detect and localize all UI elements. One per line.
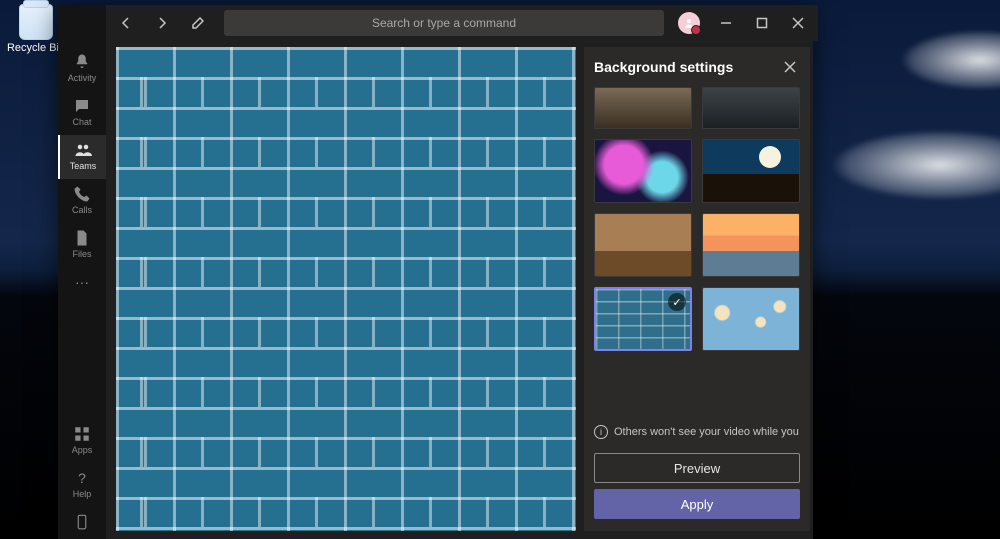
rail-label: Calls [72, 205, 92, 215]
bell-icon [73, 53, 91, 71]
search-input[interactable]: Search or type a command [224, 10, 664, 36]
rail-item-calls[interactable]: Calls [58, 179, 106, 223]
video-preview [116, 47, 576, 531]
recycle-bin-desktop-icon[interactable]: Recycle Bin [6, 4, 66, 54]
teams-icon [74, 141, 92, 159]
user-avatar[interactable] [678, 12, 700, 34]
preview-button-label: Preview [674, 461, 720, 476]
person-icon [683, 17, 695, 29]
checkmark-icon: ✓ [668, 293, 686, 311]
title-bar: Search or type a command [106, 5, 818, 41]
close-icon [792, 17, 804, 29]
bg-thumb-village-alley[interactable] [594, 87, 692, 129]
apply-button-label: Apply [681, 497, 714, 512]
main-area: Search or type a command [106, 5, 818, 539]
bg-thumb-moon-cliff[interactable] [702, 139, 800, 203]
chevron-right-icon [156, 17, 168, 29]
minimize-icon [720, 17, 732, 29]
recycle-bin-icon [19, 4, 53, 40]
rail-item-help[interactable]: ? Help [58, 463, 106, 507]
back-button[interactable] [110, 9, 142, 37]
recycle-bin-label: Recycle Bin [6, 42, 66, 54]
compose-button[interactable] [182, 9, 214, 37]
panel-info-note: i Others won't see your video while you … [594, 425, 800, 439]
chat-icon [73, 97, 91, 115]
background-thumb-grid: ✓ [594, 87, 800, 351]
info-icon: i [594, 425, 608, 439]
search-placeholder: Search or type a command [372, 16, 516, 30]
maximize-icon [756, 17, 768, 29]
preview-background-brick-offset [116, 47, 576, 531]
rail-label: Chat [72, 117, 91, 127]
preview-button[interactable]: Preview [594, 453, 800, 483]
rail-item-teams[interactable]: Teams [58, 135, 106, 179]
rail-item-device[interactable] [58, 507, 106, 539]
panel-title: Background settings [594, 59, 733, 75]
window-minimize-button[interactable] [710, 9, 742, 37]
rail-item-activity[interactable]: Activity [58, 47, 106, 91]
rail-item-chat[interactable]: Chat [58, 91, 106, 135]
apps-icon [73, 425, 91, 443]
forward-button[interactable] [146, 9, 178, 37]
bg-thumb-sunset-person[interactable] [702, 213, 800, 277]
wallpaper-cloud [900, 30, 1000, 90]
bg-thumb-toy-clouds[interactable] [702, 287, 800, 351]
rail-item-files[interactable]: Files [58, 223, 106, 267]
device-icon [73, 513, 91, 531]
bg-thumb-blue-brick-wall[interactable]: ✓ [594, 287, 692, 351]
file-icon [73, 229, 91, 247]
rail-label: Teams [70, 161, 97, 171]
help-icon: ? [73, 469, 91, 487]
rail-item-more[interactable]: ··· [58, 267, 106, 299]
window-maximize-button[interactable] [746, 9, 778, 37]
bg-thumb-galaxy-nebula[interactable] [594, 139, 692, 203]
compose-icon [192, 17, 204, 29]
chevron-left-icon [120, 17, 132, 29]
rail-item-apps[interactable]: Apps [58, 419, 106, 463]
close-icon [784, 61, 796, 73]
rail-label: Activity [68, 73, 97, 83]
ellipsis-icon: ··· [73, 273, 91, 291]
teams-app-window: Activity Chat Teams Calls Files ··· Apps… [58, 5, 813, 539]
panel-info-text: Others won't see your video while you pr… [614, 426, 800, 438]
rail-label: Apps [72, 445, 93, 455]
bg-thumb-autumn-street[interactable] [594, 213, 692, 277]
bg-thumb-mountain-dark[interactable] [702, 87, 800, 129]
panel-close-button[interactable] [780, 57, 800, 77]
phone-icon [73, 185, 91, 203]
nav-rail: Activity Chat Teams Calls Files ··· Apps… [58, 5, 106, 539]
content-area: Background settings ✓ [106, 41, 818, 539]
rail-label: Files [72, 249, 91, 259]
wallpaper-cloud [830, 130, 1000, 200]
background-settings-panel: Background settings ✓ [584, 47, 810, 531]
rail-label: Help [73, 489, 92, 499]
apply-button[interactable]: Apply [594, 489, 800, 519]
window-close-button[interactable] [782, 9, 814, 37]
